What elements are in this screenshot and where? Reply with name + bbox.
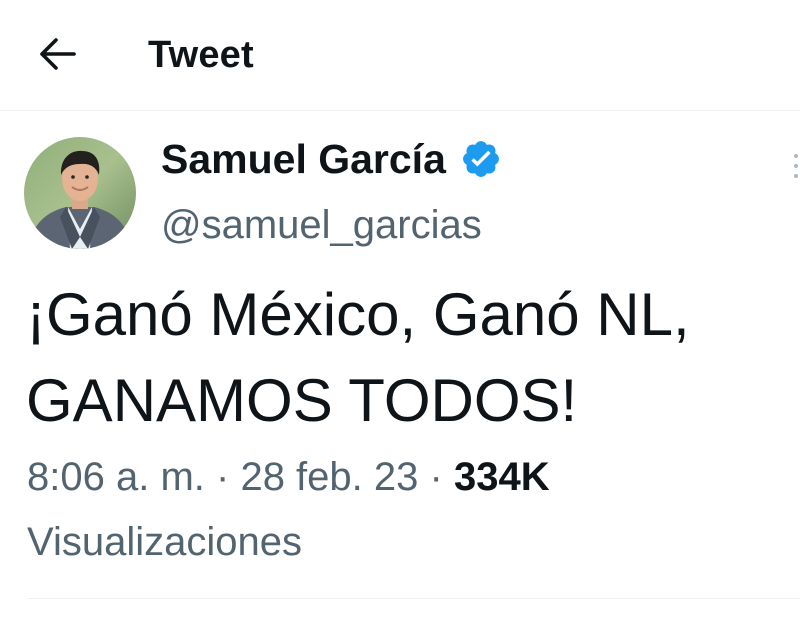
avatar[interactable] bbox=[24, 137, 136, 249]
author-handle[interactable]: @samuel_garcias bbox=[161, 201, 482, 249]
tweet-meta: 8:06 a. m. · 28 feb. 23 · 334K bbox=[27, 452, 550, 502]
views-label: Visualizaciones bbox=[27, 520, 302, 564]
top-bar: Tweet bbox=[0, 0, 800, 111]
tweet-date[interactable]: 28 feb. 23 bbox=[240, 455, 418, 499]
tweet-text-line: GANAMOS TODOS! bbox=[26, 367, 578, 434]
tweet-text: ¡Ganó México, Ganó NL, GANAMOS TODOS! bbox=[26, 272, 800, 444]
divider bbox=[27, 598, 800, 599]
avatar-image bbox=[24, 137, 136, 249]
tweet-time[interactable]: 8:06 a. m. bbox=[27, 455, 205, 499]
meta-separator: · bbox=[429, 455, 443, 499]
author-name-row[interactable]: Samuel García bbox=[161, 133, 502, 185]
meta-separator: · bbox=[216, 455, 230, 499]
views-count: 334K bbox=[453, 455, 550, 499]
page-title: Tweet bbox=[148, 34, 254, 76]
arrow-left-icon bbox=[40, 38, 76, 70]
back-button[interactable] bbox=[28, 28, 86, 80]
tweet-text-line: ¡Ganó México, Ganó NL, bbox=[26, 281, 690, 348]
tweet-detail-page: Tweet Samuel García @samuel_garcias ¡Gan… bbox=[0, 0, 800, 619]
more-options-icon[interactable] bbox=[788, 150, 800, 190]
display-name[interactable]: Samuel García bbox=[161, 134, 446, 184]
verified-badge-icon[interactable] bbox=[460, 138, 502, 180]
